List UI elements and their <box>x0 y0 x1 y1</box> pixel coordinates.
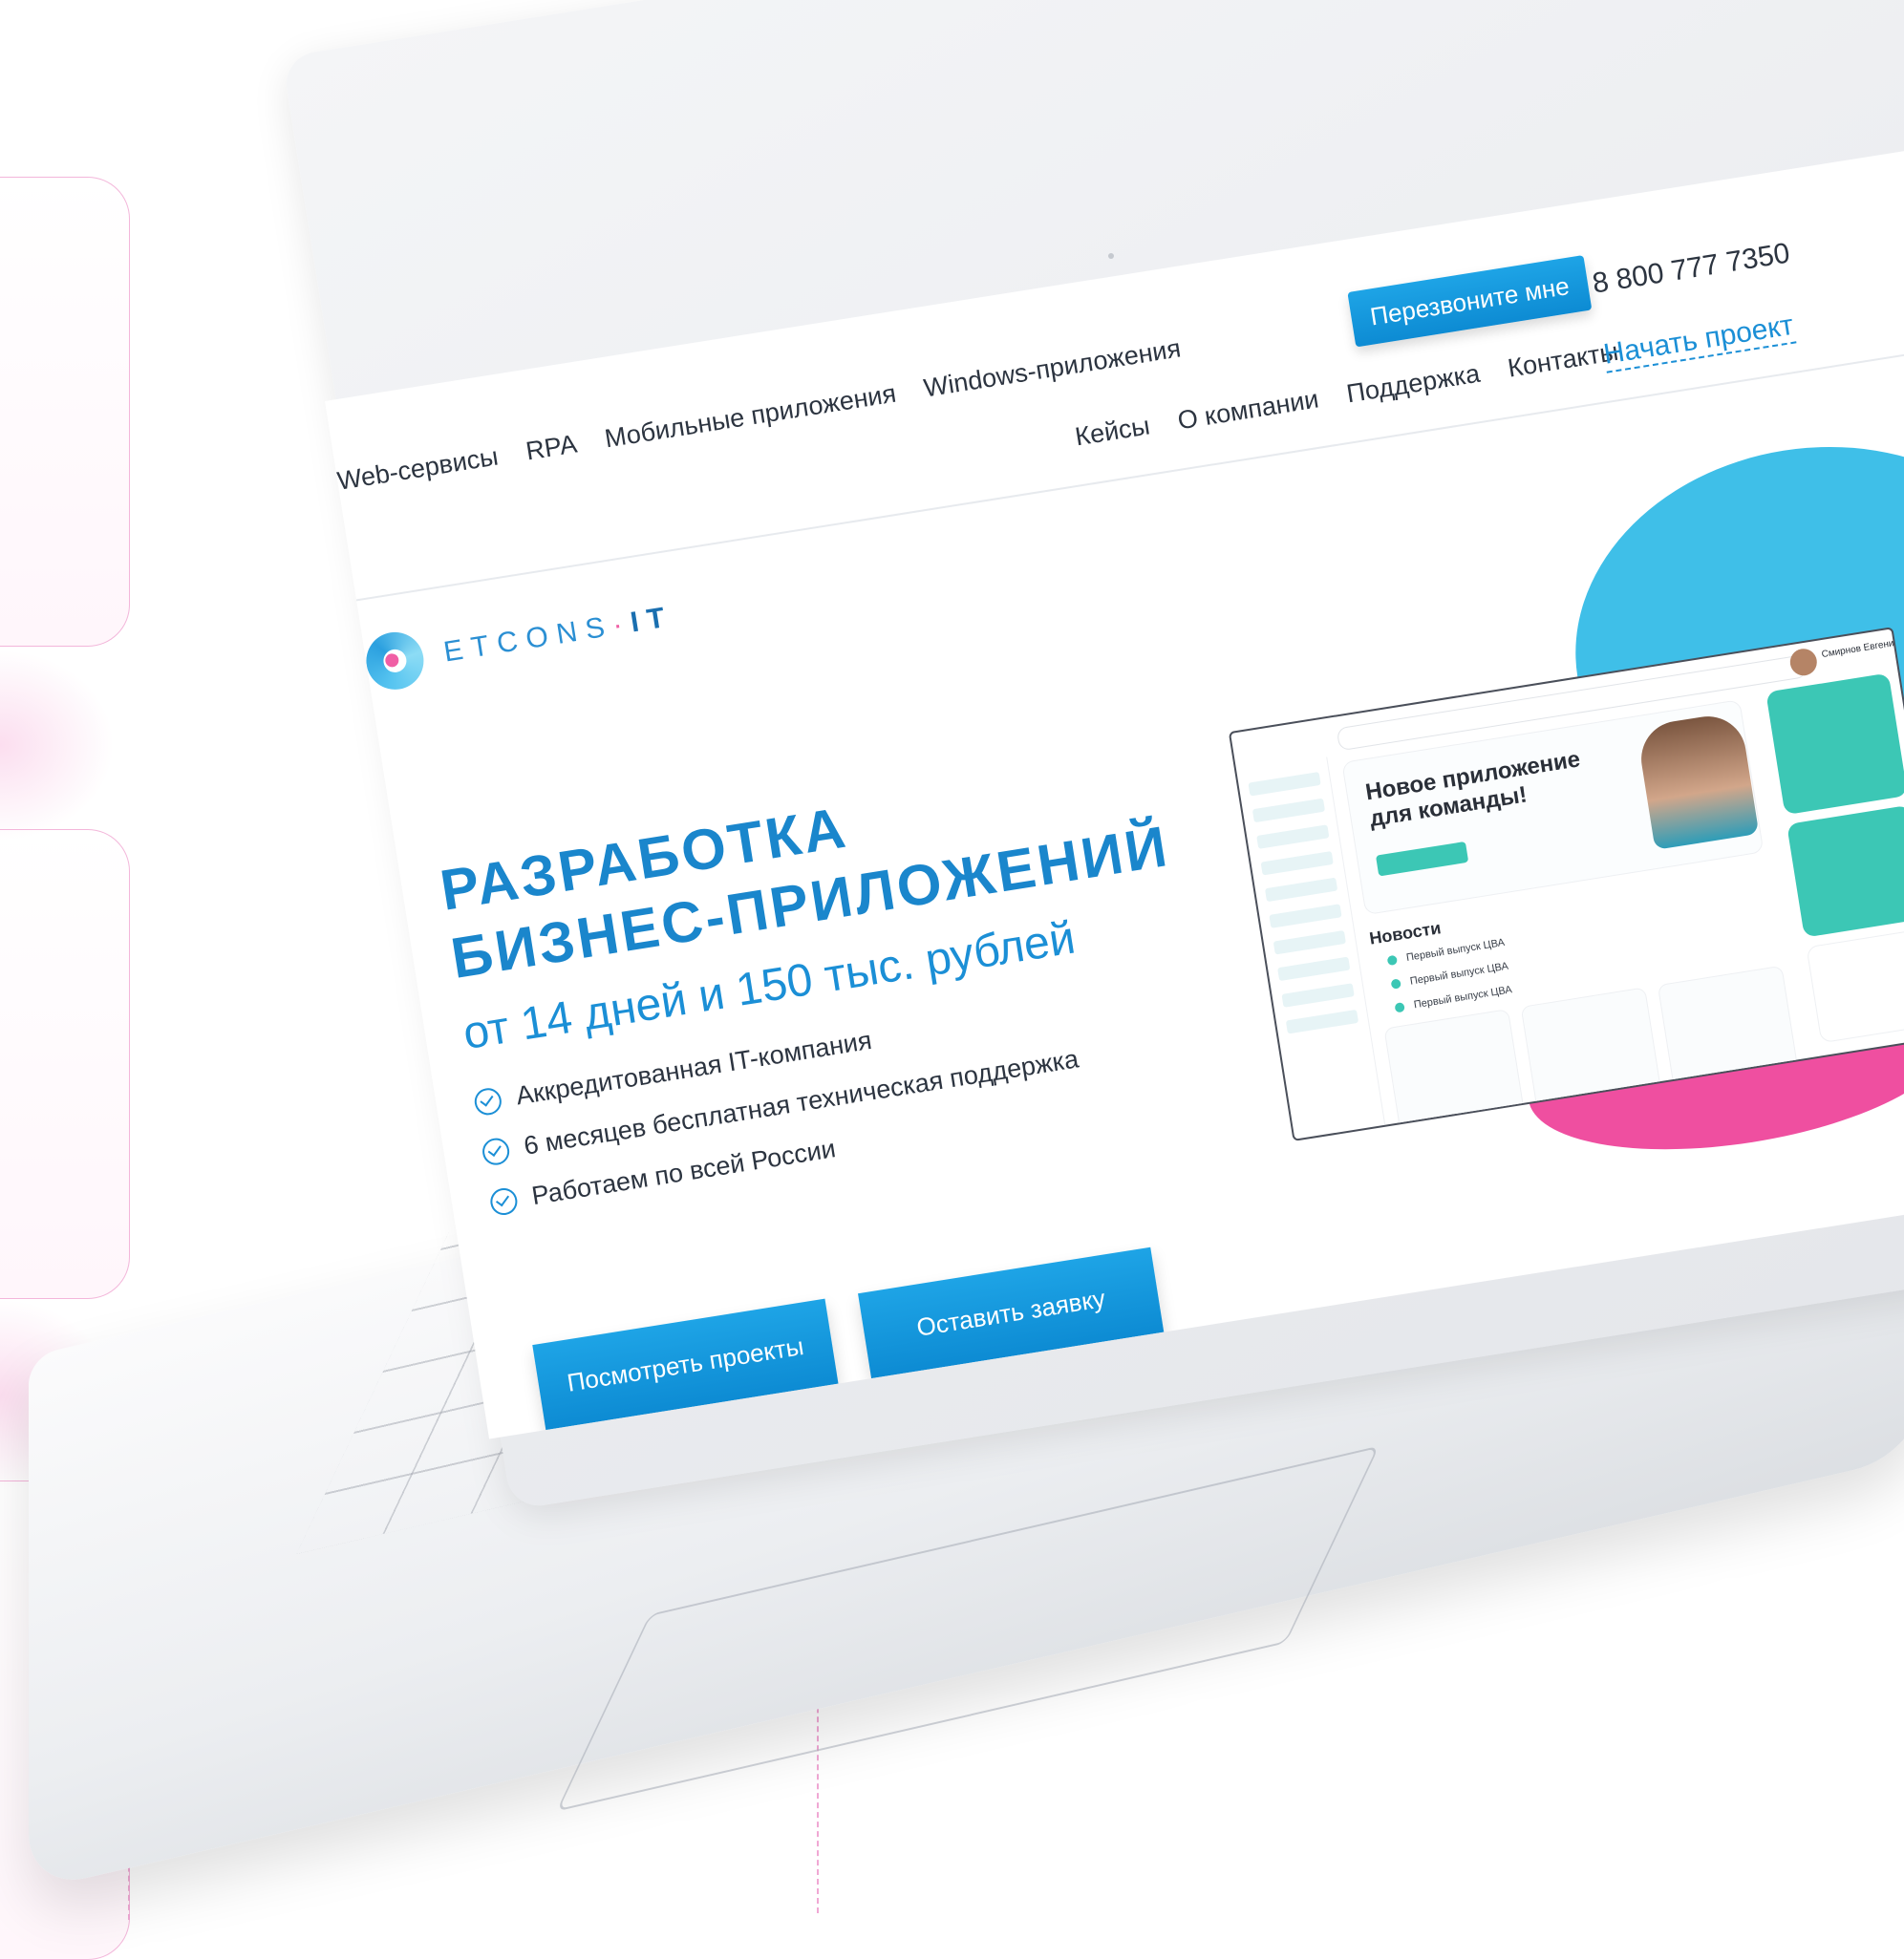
mockup-news-item: Первый выпуск ЦВА <box>1390 961 1509 991</box>
nav-mobile-apps[interactable]: Мобильные приложения <box>603 379 898 455</box>
mockup-tile <box>1383 1009 1526 1135</box>
mockup-poll-card <box>1806 927 1904 1044</box>
nav-cases[interactable]: Кейсы <box>1073 411 1152 452</box>
mockup-birthday-card <box>1765 672 1904 816</box>
nav-support[interactable]: Поддержка <box>1344 359 1482 410</box>
nav-about[interactable]: О компании <box>1176 384 1321 436</box>
nav-windows-apps[interactable]: Windows-приложения <box>922 333 1183 403</box>
brand-logo[interactable]: ETCONS·IT <box>362 588 677 694</box>
camera-icon <box>1108 253 1114 259</box>
nav-rpa[interactable]: RPA <box>524 429 579 466</box>
decor-card-1 <box>0 177 130 647</box>
logo-text: ETCONS·IT <box>441 600 675 669</box>
check-circle-icon <box>472 1085 503 1117</box>
decor-card-2 <box>0 829 130 1299</box>
mockup-news-title: Новости <box>1367 918 1443 948</box>
phone-number[interactable]: 8 800 777 7350 <box>1591 237 1792 300</box>
logo-mark-icon <box>362 628 428 694</box>
check-circle-icon <box>488 1185 520 1217</box>
callback-button[interactable]: Перезвоните мне <box>1347 255 1593 348</box>
check-circle-icon <box>481 1136 512 1167</box>
mockup-news-item: Первый выпуск ЦВА <box>1394 984 1513 1013</box>
decor-glow-1 <box>0 650 115 841</box>
mockup-user-name: Смирнов Евгений <box>1820 637 1900 661</box>
start-project-link[interactable]: Начать проект <box>1601 309 1797 373</box>
mockup-welcome-card <box>1786 804 1904 938</box>
nav-web-services[interactable]: Web-сервисы <box>335 442 501 497</box>
